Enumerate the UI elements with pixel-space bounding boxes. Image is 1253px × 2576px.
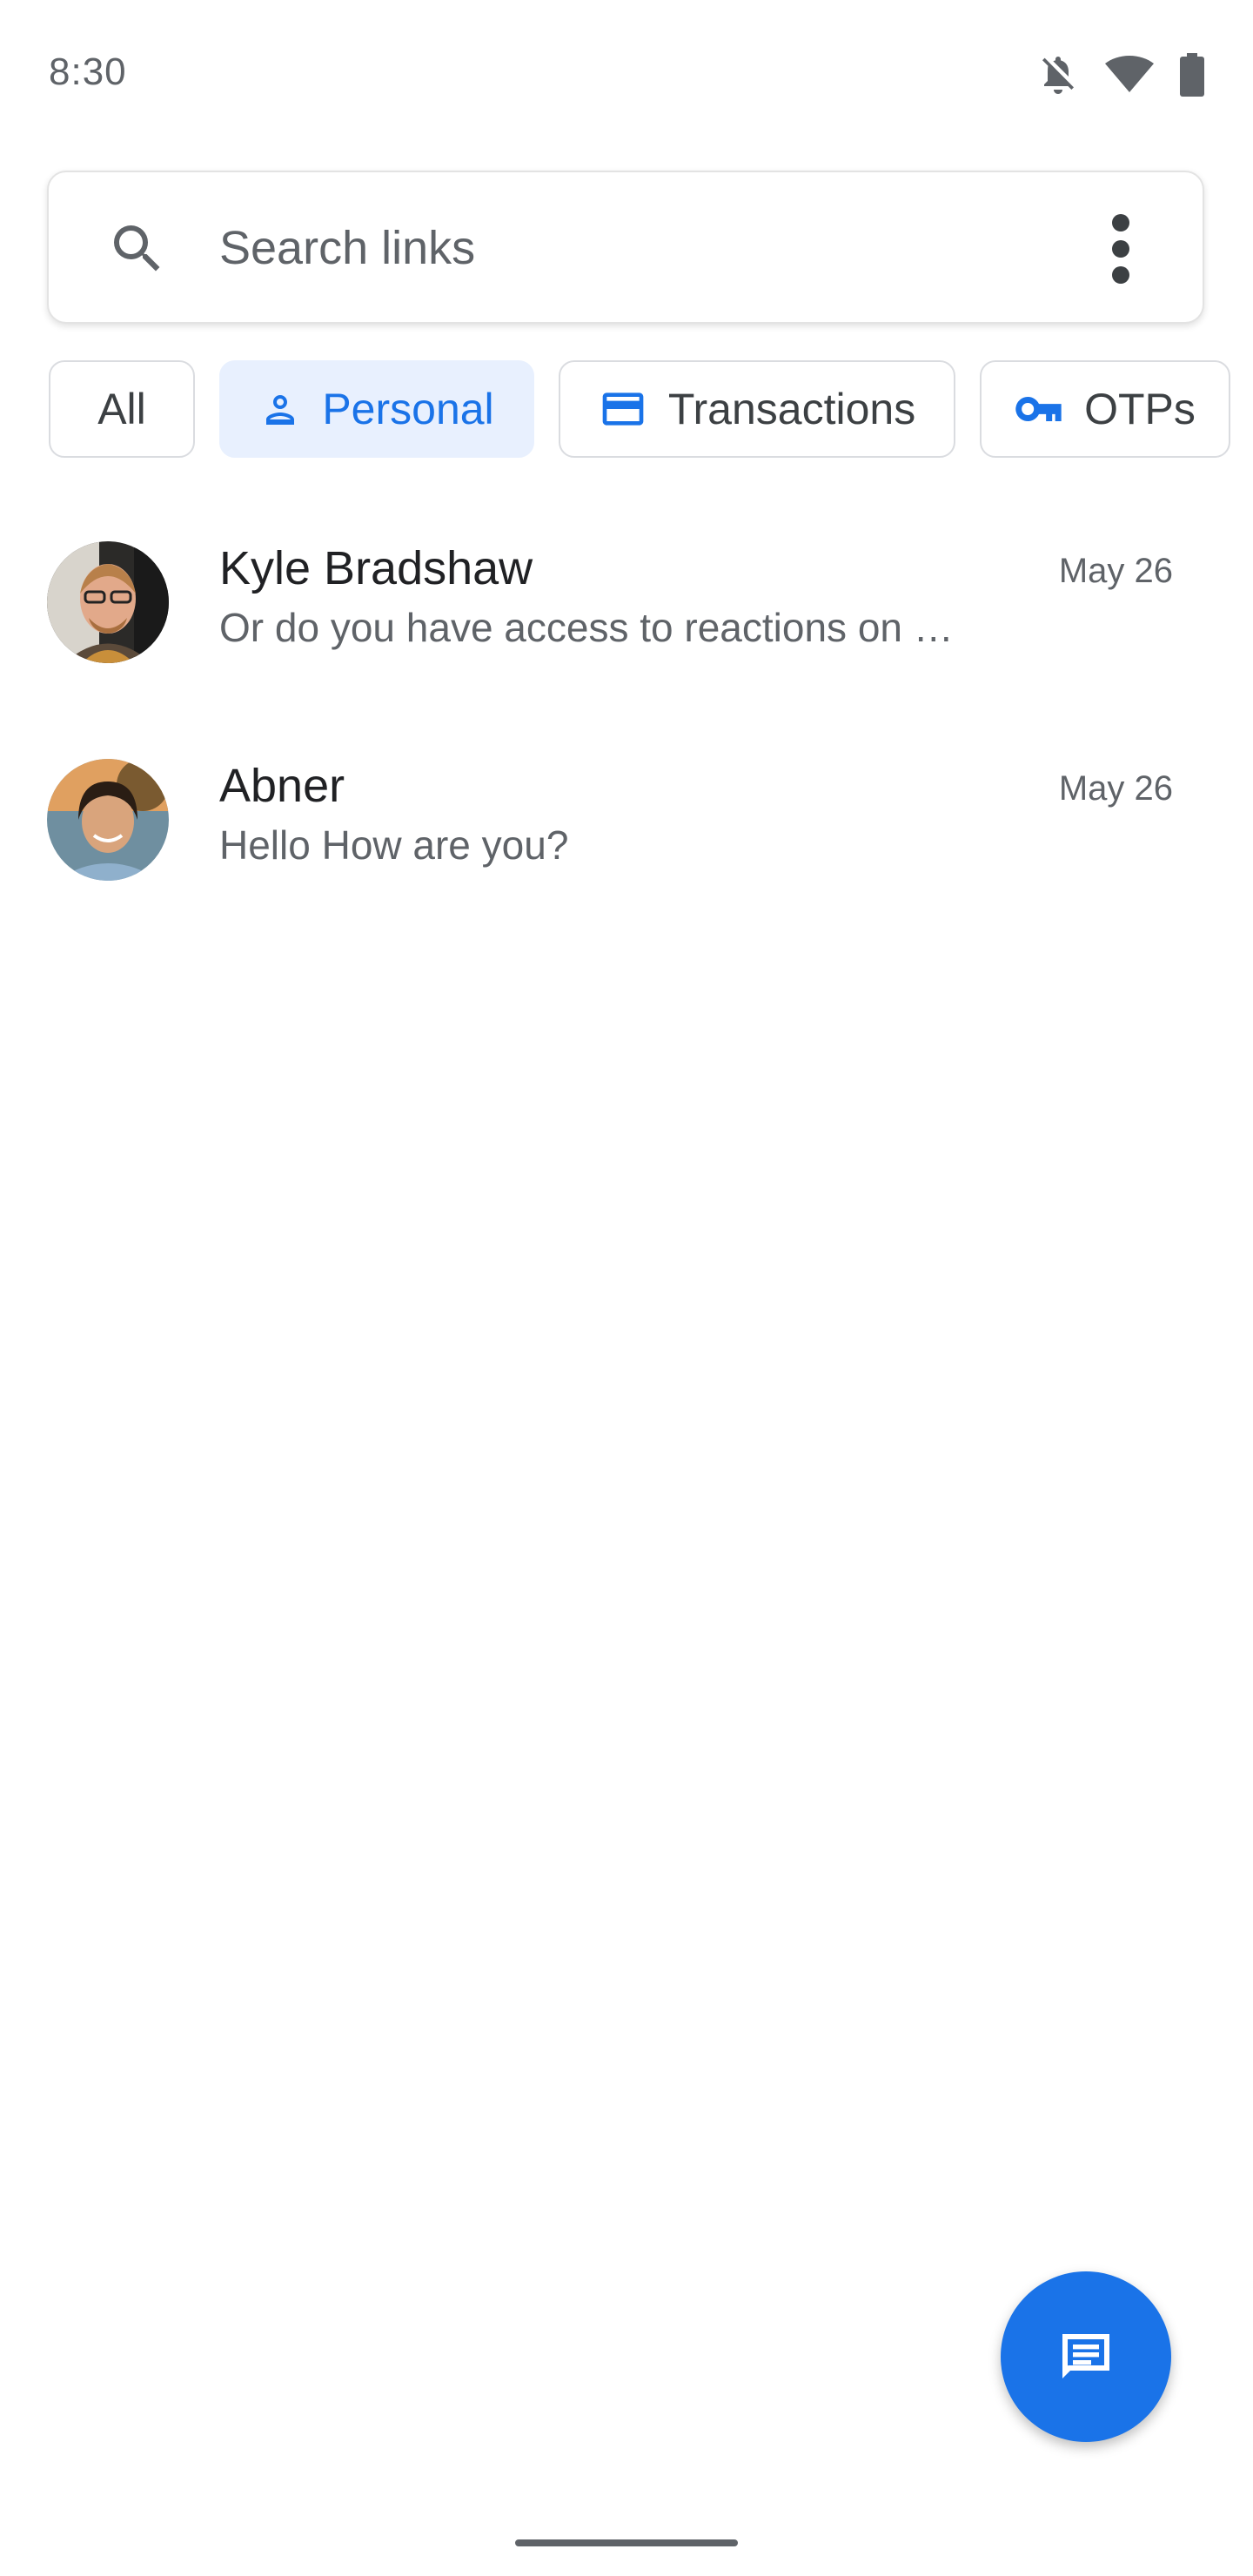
start-chat-icon [1055, 2324, 1117, 2391]
filter-chip-label: Transactions [667, 385, 916, 433]
contact-name: Kyle Bradshaw [219, 542, 533, 594]
person-icon [259, 388, 301, 430]
filter-chip-personal[interactable]: Personal [219, 360, 534, 458]
more-vert-icon[interactable] [1096, 211, 1145, 287]
status-icons [1037, 50, 1204, 99]
conversation-item[interactable]: Kyle Bradshaw Or do you have access to r… [0, 506, 1253, 698]
notifications-off-icon [1037, 52, 1079, 97]
message-date: May 26 [1058, 769, 1173, 808]
status-bar: 8:30 [0, 0, 1253, 153]
filter-chip-label: All [97, 385, 146, 433]
key-icon [1015, 392, 1063, 426]
avatar [47, 759, 169, 881]
avatar [47, 541, 169, 663]
filter-chips: All Personal Transactions OTPs [49, 360, 1253, 458]
search-icon [106, 218, 169, 280]
filter-chip-otps[interactable]: OTPs [980, 360, 1230, 458]
message-snippet: Or do you have access to reactions on … [219, 605, 954, 650]
status-time: 8:30 [49, 50, 127, 93]
search-bar[interactable]: Search links [47, 171, 1204, 324]
filter-chip-label: Personal [322, 385, 494, 433]
search-input[interactable]: Search links [219, 221, 475, 275]
message-date: May 26 [1058, 552, 1173, 590]
filter-chip-all[interactable]: All [49, 360, 195, 458]
start-chat-button[interactable] [1001, 2271, 1171, 2442]
battery-icon [1180, 53, 1204, 97]
filter-chip-label: OTPs [1084, 385, 1196, 433]
wifi-icon [1105, 56, 1154, 94]
message-snippet: Hello How are you? [219, 822, 569, 868]
filter-chip-transactions[interactable]: Transactions [559, 360, 955, 458]
contact-name: Abner [219, 760, 345, 812]
gesture-nav-handle[interactable] [515, 2539, 738, 2546]
credit-card-icon [599, 388, 647, 430]
conversation-item[interactable]: Abner Hello How are you? May 26 [0, 724, 1253, 916]
